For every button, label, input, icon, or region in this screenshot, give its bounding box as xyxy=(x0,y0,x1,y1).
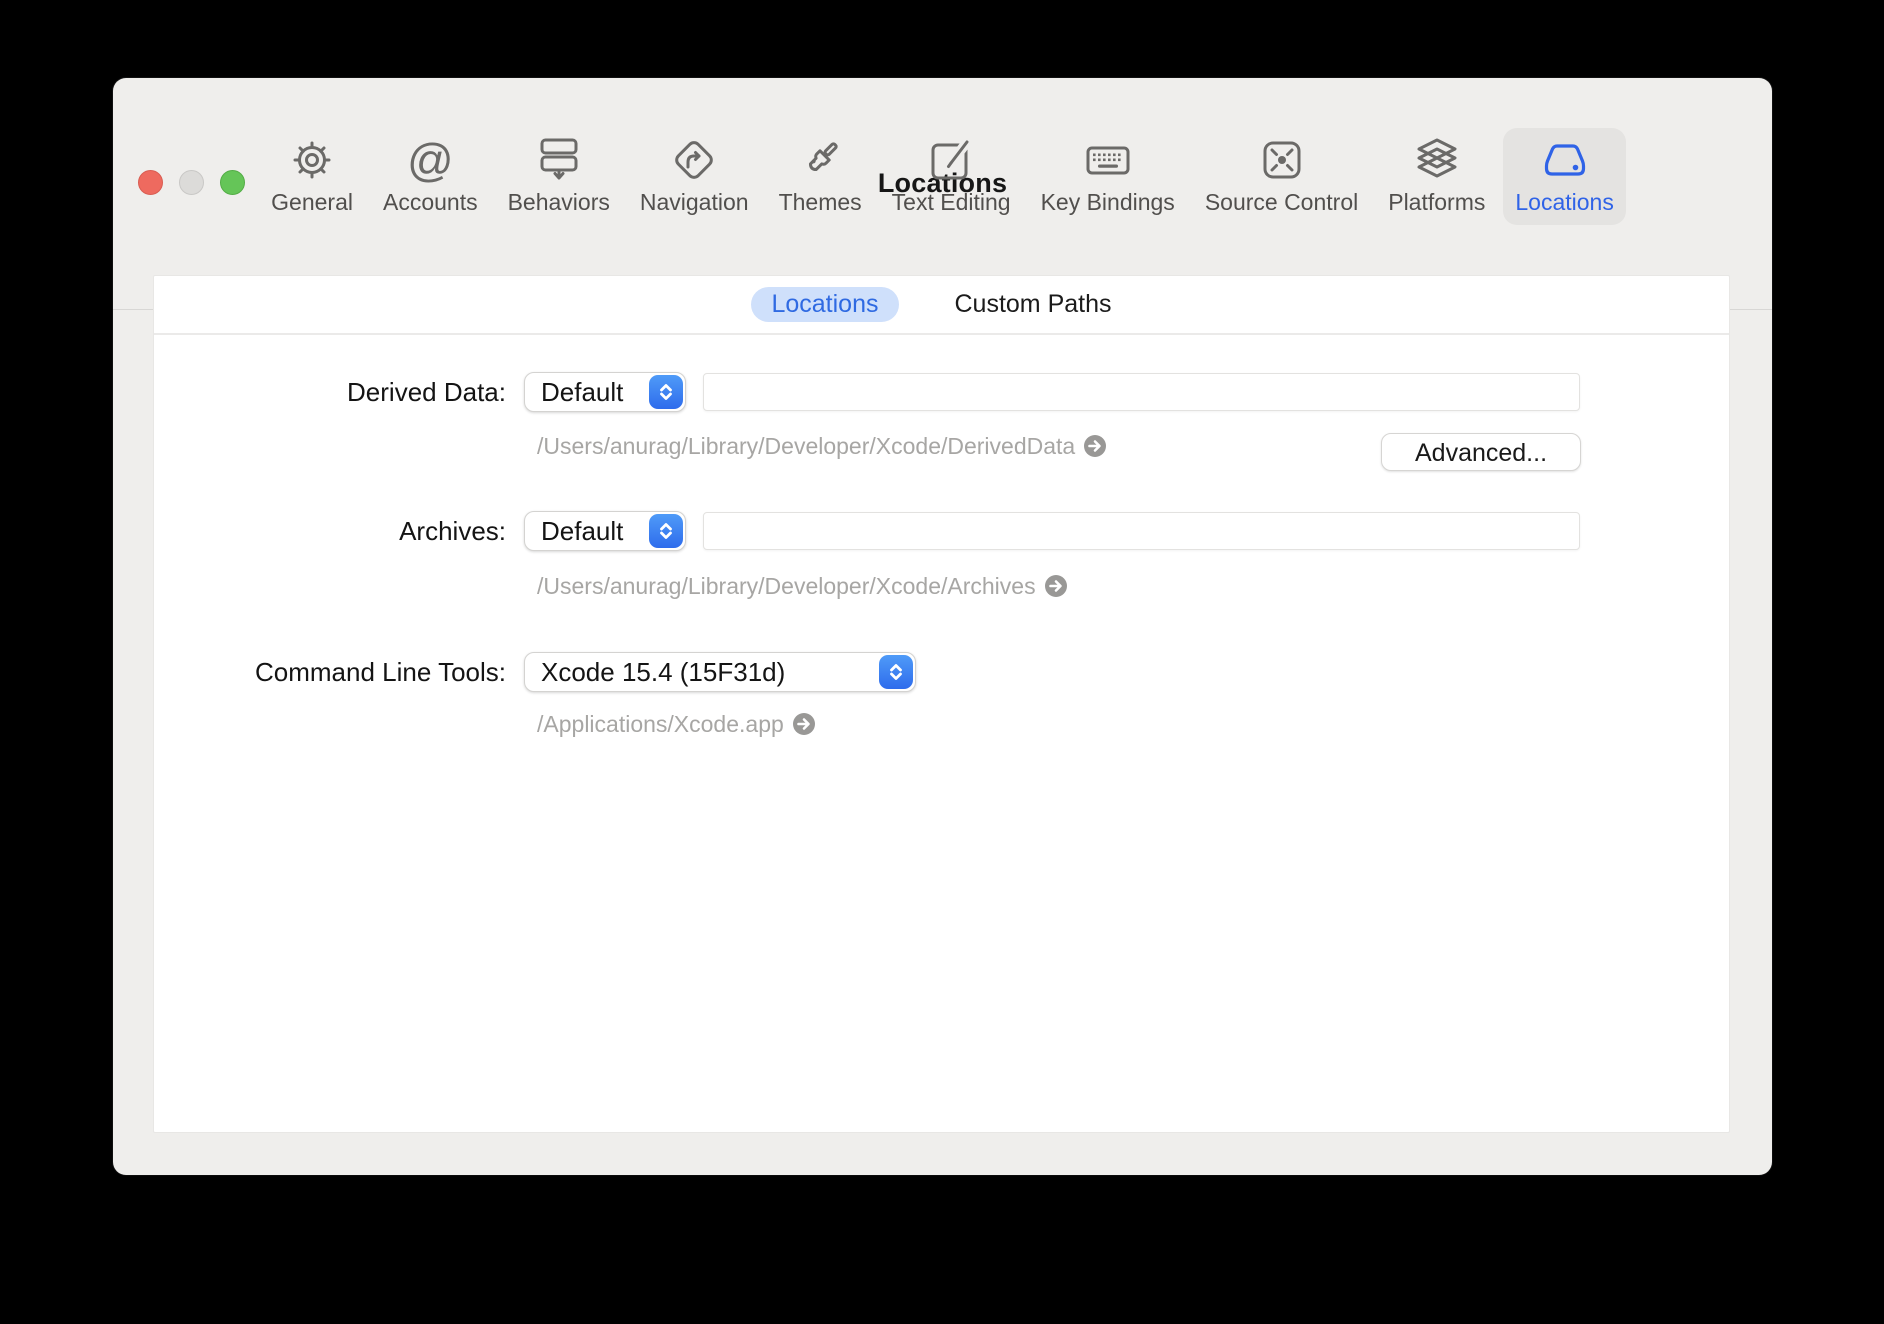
chevron-up-down-icon xyxy=(649,375,683,409)
toolbar-label: Key Bindings xyxy=(1041,189,1175,216)
command-line-tools-label: Command Line Tools: xyxy=(154,652,506,692)
archives-path: /Users/anurag/Library/Developer/Xcode/Ar… xyxy=(537,573,1067,599)
tab-custom-paths[interactable]: Custom Paths xyxy=(935,287,1132,322)
path-text: /Applications/Xcode.app xyxy=(537,711,784,738)
toolbar-label: Source Control xyxy=(1205,189,1358,216)
tab-bar: Locations Custom Paths xyxy=(154,276,1729,335)
locations-panel: Locations Custom Paths Derived Data: Def… xyxy=(153,275,1730,1133)
dropdown-value: Default xyxy=(541,373,623,411)
command-line-tools-row: Command Line Tools: Xcode 15.4 (15F31d) xyxy=(154,652,1729,692)
dropdown-value: Default xyxy=(541,512,623,550)
derived-data-label: Derived Data: xyxy=(154,372,506,412)
command-line-tools-dropdown[interactable]: Xcode 15.4 (15F31d) xyxy=(524,652,916,692)
paintbrush-icon xyxy=(797,137,843,183)
toolbar-item-source-control[interactable]: Source Control xyxy=(1193,128,1370,225)
toolbar-item-key-bindings[interactable]: Key Bindings xyxy=(1029,128,1187,225)
archives-row: Archives: Default xyxy=(154,511,1729,551)
layers-icon xyxy=(1414,137,1460,183)
toolbar-label: Locations xyxy=(1515,189,1613,216)
chevron-up-down-icon xyxy=(879,655,913,689)
chevron-up-down-icon xyxy=(649,514,683,548)
archives-custom-path-field[interactable] xyxy=(703,512,1580,550)
toolbar-item-platforms[interactable]: Platforms xyxy=(1376,128,1497,225)
toolbar-label: Platforms xyxy=(1388,189,1485,216)
toolbar-item-locations[interactable]: Locations xyxy=(1503,128,1625,225)
archives-label: Archives: xyxy=(154,511,506,551)
turn-arrow-icon xyxy=(671,137,717,183)
derived-data-path: /Users/anurag/Library/Developer/Xcode/De… xyxy=(537,433,1106,459)
toolbar-item-behaviors[interactable]: Behaviors xyxy=(496,128,622,225)
keyboard-icon xyxy=(1085,137,1131,183)
open-in-finder-arrow-icon[interactable] xyxy=(793,713,815,735)
hard-drive-icon xyxy=(1542,137,1588,183)
path-text: /Users/anurag/Library/Developer/Xcode/De… xyxy=(537,433,1075,460)
settings-toolbar: General @ Accounts Behaviors xyxy=(113,128,1772,220)
command-line-tools-path: /Applications/Xcode.app xyxy=(537,711,815,737)
toolbar-label: Navigation xyxy=(640,189,749,216)
toolbar-item-themes[interactable]: Themes xyxy=(767,128,874,225)
path-text: /Users/anurag/Library/Developer/Xcode/Ar… xyxy=(537,573,1036,600)
gear-icon xyxy=(289,137,335,183)
open-in-finder-arrow-icon[interactable] xyxy=(1084,435,1106,457)
source-control-icon xyxy=(1259,137,1305,183)
dropdown-value: Xcode 15.4 (15F31d) xyxy=(541,653,785,691)
toolbar-item-text-editing[interactable]: Text Editing xyxy=(880,128,1023,225)
toolbar-label: Accounts xyxy=(383,189,478,216)
toolbar-label: General xyxy=(271,189,353,216)
derived-data-row: Derived Data: Default xyxy=(154,372,1729,412)
square-pencil-icon xyxy=(928,137,974,183)
open-in-finder-arrow-icon[interactable] xyxy=(1045,575,1067,597)
settings-window: Locations General @ xyxy=(113,78,1772,1175)
toolbar-item-navigation[interactable]: Navigation xyxy=(628,128,761,225)
toolbar-label: Behaviors xyxy=(508,189,610,216)
derived-data-dropdown[interactable]: Default xyxy=(524,372,686,412)
at-sign-icon: @ xyxy=(407,137,453,183)
tab-locations[interactable]: Locations xyxy=(751,287,898,322)
toolbar-item-general[interactable]: General xyxy=(259,128,365,225)
toolbar-label: Text Editing xyxy=(892,189,1011,216)
derived-data-custom-path-field[interactable] xyxy=(703,373,1580,411)
archives-dropdown[interactable]: Default xyxy=(524,511,686,551)
toolbar-label: Themes xyxy=(779,189,862,216)
stacked-panels-icon xyxy=(536,137,582,183)
toolbar-item-accounts[interactable]: @ Accounts xyxy=(371,128,490,225)
advanced-button[interactable]: Advanced... xyxy=(1381,433,1581,471)
